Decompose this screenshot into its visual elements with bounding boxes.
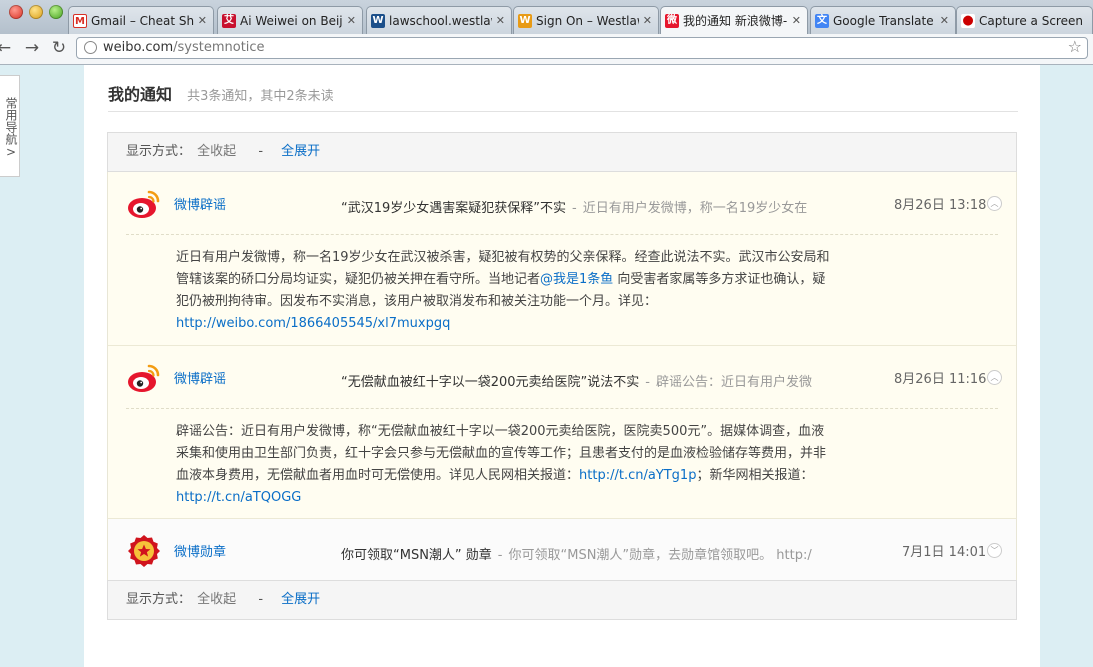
notice-snippet: 近日有用户发微博，称一名19岁少女在 — [582, 201, 808, 216]
browser-toolbar: ← → ↻ weibo.com/systemnotice ☆ — [0, 34, 1093, 65]
filter-label: 显示方式： — [126, 144, 192, 159]
close-tab-icon[interactable]: ✕ — [496, 14, 505, 27]
notice-subject[interactable]: “无偿献血被红十字以一袋200元卖给医院”说法不实 - 辟谣公告：近日有用户发微 — [341, 371, 836, 390]
close-tab-icon[interactable]: ✕ — [198, 14, 207, 27]
notice-subject-dash: - — [572, 201, 577, 216]
notice-subject-title: “无偿献血被红十字以一袋200元卖给医院”说法不实 — [341, 375, 640, 390]
page-viewport: 常用导航> 我的通知 共3条通知，其中2条未读 显示方式： 全收起 - 全展开 — [0, 65, 1093, 667]
notice-subject-dash: - — [497, 548, 503, 563]
chevron-up-icon[interactable]: ︿ — [987, 196, 1002, 211]
minimize-window-icon[interactable] — [29, 5, 43, 19]
westlaw-signon-favicon-icon: W — [518, 13, 532, 28]
page-header: 我的通知 共3条通知，其中2条未读 — [108, 81, 1018, 112]
notice-body-text: ；新华网相关报道： — [696, 468, 814, 483]
notice-time: 8月26日 11:16 — [894, 372, 987, 387]
notice-subject[interactable]: 你可领取“MSN潮人” 勋章 - 你可领取“MSN潮人”勋章，去勋章馆领取吧。 ht… — [341, 544, 836, 563]
westlaw-favicon-icon: W — [371, 13, 385, 28]
browser-tab-active[interactable]: 微 我的通知 新浪微博-随 ✕ — [660, 6, 808, 34]
notice-url-link[interactable]: http://weibo.com/1866405545/xl7muxpgq — [176, 316, 450, 331]
ai-weiwei-favicon-icon: 艾 — [222, 13, 236, 28]
notice-item: 微博辟谣 “无偿献血被红十字以一袋200元卖给医院”说法不实 - 辟谣公告：近日有用… — [107, 346, 1017, 519]
browser-tab-bar: M Gmail – Cheat Shee ✕ 艾 Ai Weiwei on Be… — [0, 0, 1093, 34]
tab-title: lawschool.westlaw. — [389, 13, 492, 28]
reload-icon[interactable]: ↻ — [49, 38, 69, 58]
notice-body: 近日有用户发微博，称一名19岁少女在武汉被杀害，疑犯被有权势的父亲保释。经查此说… — [108, 235, 836, 351]
zoom-window-icon[interactable] — [49, 5, 63, 19]
display-filter-bar-bottom: 显示方式： 全收起 - 全展开 — [107, 580, 1017, 620]
notice-url-link[interactable]: http://t.cn/aYTg1p — [579, 468, 696, 483]
browser-tab[interactable]: 艾 Ai Weiwei on Beijin ✕ — [217, 6, 363, 34]
notice-url-link[interactable]: http://t.cn/aTQOGG — [176, 490, 301, 505]
tab-title: Capture a Screen S — [979, 13, 1086, 28]
gmail-favicon-icon: M — [73, 13, 87, 28]
expand-all-link[interactable]: 全展开 — [281, 592, 320, 607]
bookmark-star-icon[interactable]: ☆ — [1068, 37, 1082, 57]
address-bar[interactable]: weibo.com/systemnotice ☆ — [76, 37, 1088, 59]
mention-link[interactable]: @我是1条鱼 — [540, 272, 613, 287]
notice-subject-title: 你可领取“MSN潮人” 勋章 — [341, 548, 492, 563]
side-nav-tab[interactable]: 常用导航> — [0, 75, 20, 177]
weibo-logo-icon — [128, 190, 160, 218]
notice-body: 辟谣公告：近日有用户发微博，称“无偿献血被红十字以一袋200元卖给医院，医院卖5… — [108, 409, 836, 525]
tab-title: Gmail – Cheat Shee — [91, 13, 194, 28]
globe-icon — [84, 41, 97, 54]
notice-sender-link[interactable]: 微博辟谣 — [174, 194, 226, 213]
close-tab-icon[interactable]: ✕ — [347, 14, 356, 27]
tab-title: Google Translate — [833, 13, 934, 28]
browser-tab[interactable]: 文 Google Translate ✕ — [810, 6, 956, 34]
tab-title: Sign On – Westlaw — [536, 13, 639, 28]
notice-header-row[interactable]: 微博勋章 你可领取“MSN潮人” 勋章 - 你可领取“MSN潮人”勋章，去勋章馆领取… — [108, 519, 1016, 581]
notice-sender-link[interactable]: 微博勋章 — [174, 541, 226, 560]
forward-arrow-icon[interactable]: → — [22, 38, 42, 58]
notice-item: 微博辟谣 “武汉19岁少女遇害案疑犯获保释”不实 - 近日有用户发微博，称一名19岁… — [107, 172, 1017, 346]
notice-list: 微博辟谣 “武汉19岁少女遇害案疑犯获保释”不实 - 近日有用户发微博，称一名19岁… — [107, 172, 1017, 581]
notice-header-row[interactable]: 微博辟谣 “无偿献血被红十字以一袋200元卖给医院”说法不实 - 辟谣公告：近日有用… — [108, 346, 1016, 408]
google-translate-favicon-icon: 文 — [815, 13, 829, 28]
browser-tab[interactable]: ● Capture a Screen S — [956, 6, 1093, 34]
medal-icon — [128, 535, 160, 567]
notice-subject-title: “武汉19岁少女遇害案疑犯获保释”不实 — [341, 201, 567, 216]
notice-snippet: 辟谣公告：近日有用户发微 — [656, 375, 813, 390]
close-tab-icon[interactable]: ✕ — [940, 14, 949, 27]
page-title: 我的通知 — [108, 85, 173, 104]
chevron-up-icon[interactable]: ︿ — [987, 370, 1002, 385]
collapse-all-button[interactable]: 全收起 — [197, 144, 236, 159]
tab-title: 我的通知 新浪微博-随 — [683, 14, 788, 28]
display-filter-bar: 显示方式： 全收起 - 全展开 — [107, 132, 1017, 172]
notice-subject-dash: - — [645, 375, 650, 390]
notice-time: 8月26日 13:18 — [894, 198, 987, 213]
browser-tab[interactable]: M Gmail – Cheat Shee ✕ — [68, 6, 214, 34]
browser-tab[interactable]: W lawschool.westlaw. ✕ — [366, 6, 512, 34]
expand-all-link[interactable]: 全展开 — [281, 144, 320, 159]
filter-separator: - — [258, 144, 264, 159]
tab-title: Ai Weiwei on Beijin — [240, 13, 343, 28]
notice-subject[interactable]: “武汉19岁少女遇害案疑犯获保释”不实 - 近日有用户发微博，称一名19岁少女在 — [341, 197, 836, 216]
notice-count: 共3条通知，其中2条未读 — [187, 89, 334, 104]
filter-separator: - — [258, 592, 264, 607]
notice-snippet: 你可领取“MSN潮人”勋章，去勋章馆领取吧。 http:/ — [508, 548, 812, 563]
filter-label: 显示方式： — [126, 592, 192, 607]
weibo-logo-icon — [128, 364, 160, 392]
url-host: weibo.com — [103, 40, 174, 55]
chevron-down-icon[interactable]: ﹀ — [987, 543, 1002, 558]
back-arrow-icon[interactable]: ← — [0, 38, 14, 58]
notice-header-row[interactable]: 微博辟谣 “武汉19岁少女遇害案疑犯获保释”不实 - 近日有用户发微博，称一名19岁… — [108, 172, 1016, 234]
weibo-favicon-icon: 微 — [665, 13, 679, 28]
capture-screen-favicon-icon: ● — [961, 12, 975, 28]
notice-item: 微博勋章 你可领取“MSN潮人” 勋章 - 你可领取“MSN潮人”勋章，去勋章馆领取… — [107, 519, 1017, 581]
notice-panel: 我的通知 共3条通知，其中2条未读 显示方式： 全收起 - 全展开 微博辟谣 “… — [84, 65, 1040, 667]
notice-time: 7月1日 14:01 — [902, 545, 987, 560]
close-window-icon[interactable] — [9, 5, 23, 19]
notice-sender-link[interactable]: 微博辟谣 — [174, 368, 226, 387]
url-path: /systemnotice — [173, 40, 265, 55]
collapse-all-button[interactable]: 全收起 — [197, 592, 236, 607]
browser-tab[interactable]: W Sign On – Westlaw ✕ — [513, 6, 659, 34]
close-tab-icon[interactable]: ✕ — [792, 14, 801, 27]
close-tab-icon[interactable]: ✕ — [643, 14, 652, 27]
